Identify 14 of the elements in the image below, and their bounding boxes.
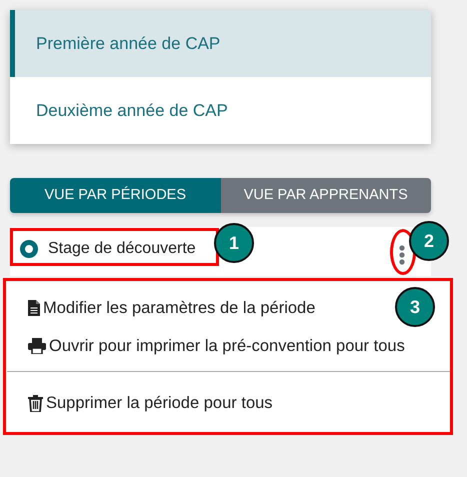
printer-icon: [28, 338, 46, 354]
class-list-item[interactable]: Première année de CAP: [10, 10, 431, 77]
file-icon: [28, 300, 40, 316]
period-label: Stage de découverte: [48, 240, 196, 258]
radio-button[interactable]: [20, 240, 38, 258]
menu-item[interactable]: Ouvrir pour imprimer la pré-convention pour tous: [24, 327, 409, 365]
view-tab[interactable]: VUE PAR PÉRIODES: [10, 178, 220, 213]
step-number: 2: [409, 221, 449, 261]
menu-item[interactable]: Supprimer la période pour tous: [24, 384, 277, 422]
menu-item[interactable]: Modifier les paramètres de la période: [24, 289, 320, 327]
trash-icon: [28, 394, 43, 412]
more-options-icon[interactable]: [397, 244, 407, 266]
class-list-item[interactable]: Deuxième année de CAP: [10, 77, 431, 144]
view-tab[interactable]: VUE PAR APPRENANTS: [220, 178, 431, 213]
